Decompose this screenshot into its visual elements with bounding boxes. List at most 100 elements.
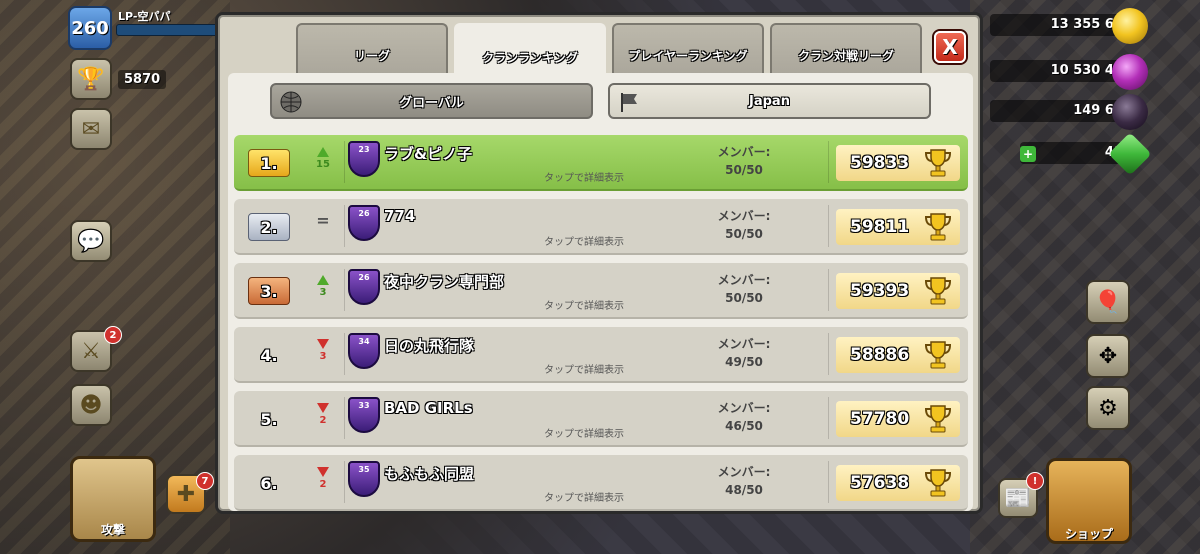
chat-button[interactable]: 💬: [70, 220, 112, 262]
clan-name: ラブ&ピノ子: [384, 145, 473, 163]
trophy-icon: [924, 341, 952, 369]
members-label: メンバー:: [717, 145, 771, 159]
level-value: 260: [71, 17, 109, 39]
divider: [344, 397, 345, 439]
local-filter-button[interactable]: Japan: [608, 83, 931, 119]
experience-level-badge[interactable]: 260: [68, 6, 112, 50]
rankings-modal: リーグ クランランキング プレイヤーランキング クラン対戦リーグ X グローバル…: [215, 12, 983, 514]
xp-bar: [116, 24, 226, 36]
divider: [344, 333, 345, 375]
flag-icon: [621, 93, 637, 112]
members-count: 46/50: [725, 419, 763, 433]
ranking-panel: グローバル Japan 1. 15 23 ラブ&ピノ子 タップで詳細表示 メンバ…: [228, 73, 973, 511]
trophy-icon: [924, 149, 952, 177]
clan-level: 23: [358, 145, 370, 154]
barbarian-icon: ☻: [79, 392, 103, 418]
mail-button[interactable]: ✉: [70, 108, 112, 150]
clan-row[interactable]: 1. 15 23 ラブ&ピノ子 タップで詳細表示 メンバー: 50/50 5983…: [234, 135, 968, 191]
rank-change-indicator: 2: [312, 403, 334, 426]
clan-row[interactable]: 6. 2 35 もふもふ同盟 タップで詳細表示 メンバー: 48/50 57638: [234, 455, 968, 511]
builder-notification-badge: 7: [196, 472, 214, 490]
clan-level: 33: [358, 401, 370, 410]
rank-change: 3: [319, 351, 327, 362]
divider: [344, 461, 345, 503]
tap-for-details: タップで詳細表示: [544, 237, 624, 248]
clan-badge-icon: 34: [348, 333, 380, 369]
clan-row[interactable]: 4. 3 34 日の丸飛行隊 タップで詳細表示 メンバー: 49/50 58886: [234, 327, 968, 383]
members-count: 50/50: [725, 163, 763, 177]
clan-badge-icon: 26: [348, 205, 380, 241]
clan-name: BAD GIRLs: [384, 399, 473, 417]
divider: [344, 141, 345, 183]
clan-name: もふもふ同盟: [384, 465, 475, 483]
score-value: 59833: [850, 153, 910, 173]
members-info: メンバー: 50/50: [694, 207, 794, 243]
events-button[interactable]: 🎈: [1086, 280, 1130, 324]
score-value: 57638: [850, 473, 910, 493]
chat-icon: 💬: [77, 228, 105, 254]
tap-for-details: タップで詳細表示: [544, 429, 624, 440]
rank-number: 6.: [260, 473, 278, 493]
rank-change-indicator: 3: [312, 275, 334, 298]
rank-number: 5.: [260, 409, 278, 429]
clan-level: 35: [358, 465, 370, 474]
rank-number: 3.: [248, 277, 290, 305]
divider: [828, 333, 829, 375]
shop-label: ショップ: [1064, 527, 1113, 541]
clan-badge-icon: 26: [348, 269, 380, 305]
dark-elixir-icon: [1112, 94, 1148, 130]
tap-for-details: タップで詳細表示: [544, 493, 624, 504]
clan-row[interactable]: 5. 2 33 BAD GIRLs タップで詳細表示 メンバー: 46/50 57…: [234, 391, 968, 447]
builder-button[interactable]: ☻: [70, 384, 112, 426]
members-info: メンバー: 48/50: [694, 463, 794, 499]
tap-for-details: タップで詳細表示: [544, 301, 624, 312]
trophy-icon: [924, 469, 952, 497]
event-globe-icon: 🎈: [1094, 289, 1122, 315]
clan-row[interactable]: 2. = 26 774 タップで詳細表示 メンバー: 50/50 59811: [234, 199, 968, 255]
rank-change-indicator: 2: [312, 467, 334, 490]
rank-number: 1.: [248, 149, 290, 177]
clan-trophy-score: 57638: [836, 465, 960, 501]
globe-icon: [280, 91, 302, 113]
add-gems-button[interactable]: +: [1020, 146, 1036, 162]
divider: [828, 205, 829, 247]
close-button[interactable]: X: [934, 31, 966, 63]
rank-change-indicator: 15: [312, 147, 334, 170]
attack-button[interactable]: 攻撃: [70, 456, 156, 542]
layout-button[interactable]: ✥: [1086, 334, 1130, 378]
members-label: メンバー:: [717, 401, 771, 415]
divider: [828, 269, 829, 311]
player-name: LP-空パパ: [118, 10, 171, 23]
clan-row[interactable]: 3. 3 26 夜中クラン専門部 タップで詳細表示 メンバー: 50/50 593…: [234, 263, 968, 319]
clan-trophy-score: 59811: [836, 209, 960, 245]
trophy-icon: [924, 213, 952, 241]
trophy-button[interactable]: 🏆: [70, 58, 112, 100]
trophy-icon: [924, 277, 952, 305]
divider: [828, 397, 829, 439]
gear-icon: ⚙: [1098, 395, 1118, 421]
members-count: 48/50: [725, 483, 763, 497]
global-filter-button[interactable]: グローバル: [270, 83, 593, 119]
settings-button[interactable]: ⚙: [1086, 386, 1130, 430]
move-icon: ✥: [1098, 343, 1118, 369]
shop-button[interactable]: ショップ: [1046, 458, 1132, 544]
rank-change: 15: [316, 159, 330, 170]
rank-up-icon: [317, 275, 329, 285]
clan-level: 26: [358, 273, 370, 282]
rank-down-icon: [317, 339, 329, 349]
members-count: 50/50: [725, 227, 763, 241]
rank-change-indicator: =: [312, 211, 334, 231]
rank-down-icon: [317, 403, 329, 413]
clan-badge-icon: 23: [348, 141, 380, 177]
news-icon: 📰: [1004, 485, 1032, 511]
divider: [828, 141, 829, 183]
trophy-icon: [924, 405, 952, 433]
clan-name: 夜中クラン専門部: [384, 273, 505, 291]
clan-level: 26: [358, 209, 370, 218]
no-change-icon: =: [316, 211, 330, 230]
score-value: 59393: [850, 281, 910, 301]
members-label: メンバー:: [717, 465, 771, 479]
trophy-count: 5870: [118, 70, 167, 89]
tap-for-details: タップで詳細表示: [544, 365, 624, 376]
rank-number: 2.: [248, 213, 290, 241]
